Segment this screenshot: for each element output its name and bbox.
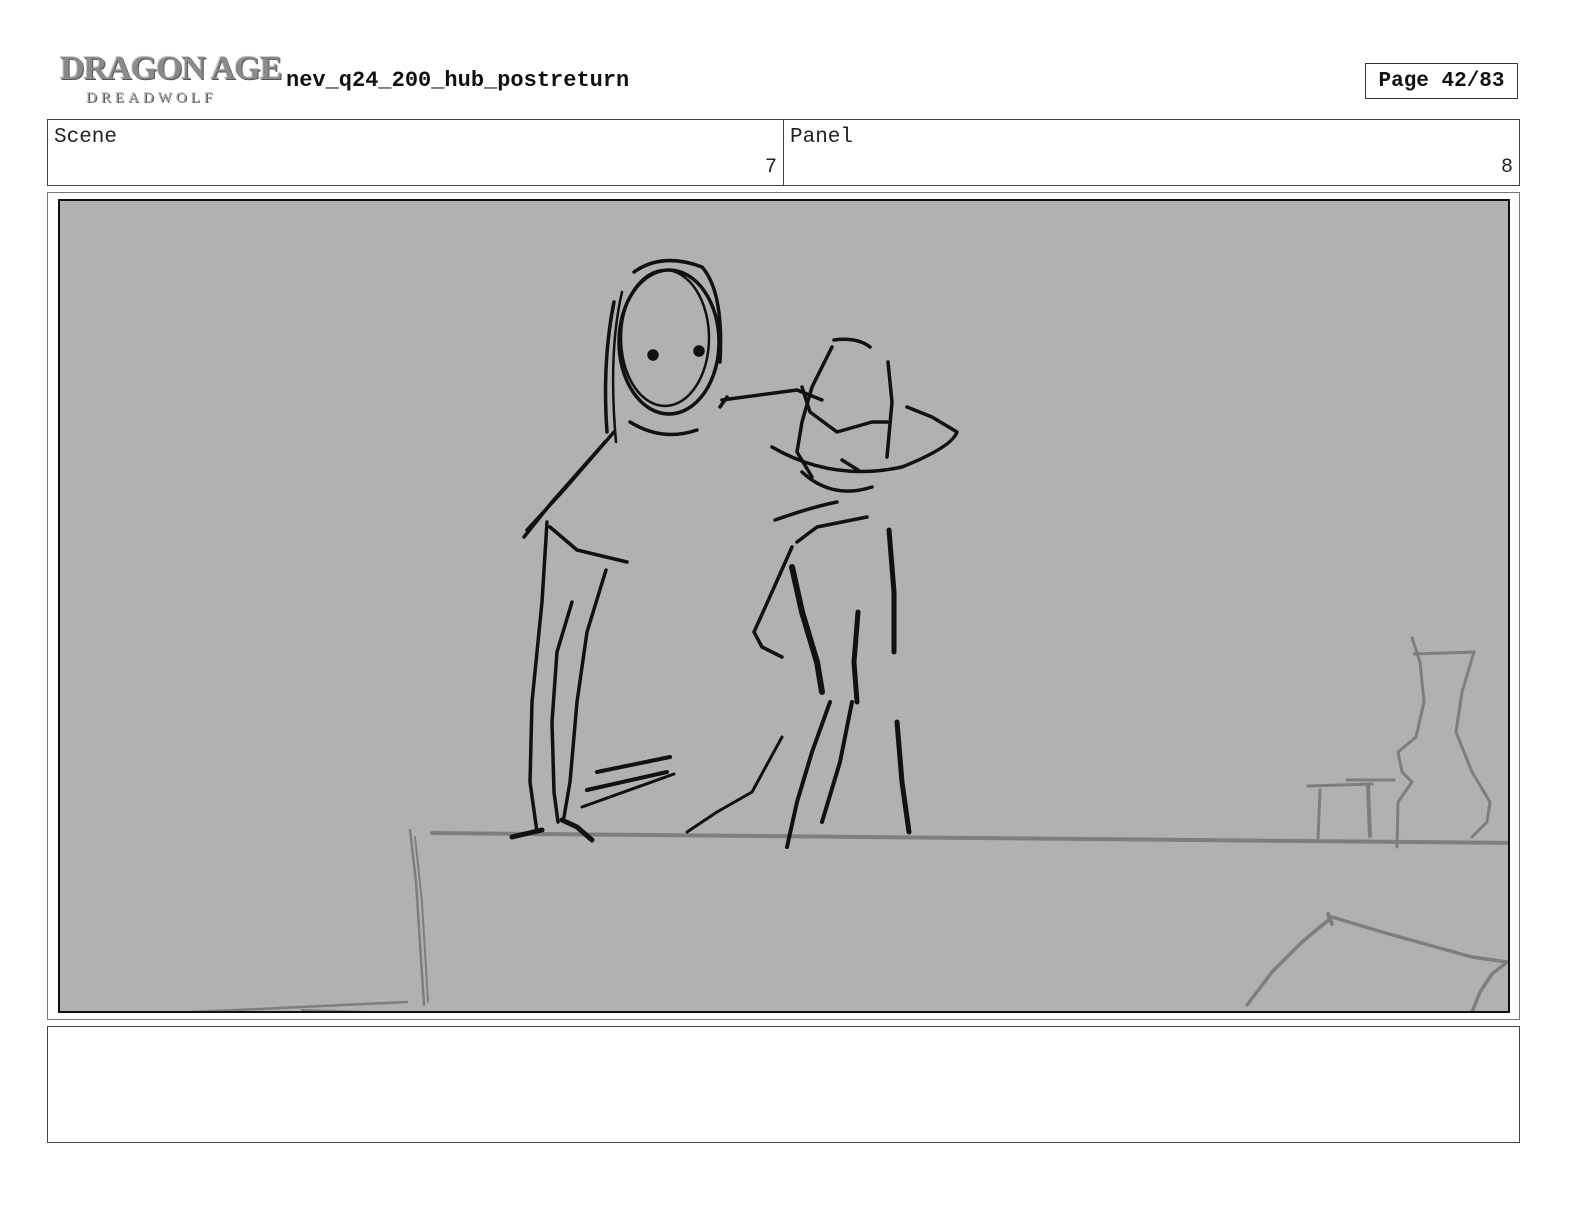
scene-panel-row: Scene 7 Panel 8 [47, 119, 1520, 186]
sketch-drawing [190, 258, 1508, 1011]
vase-right [1412, 650, 1492, 839]
scene-cell: Scene 7 [48, 120, 783, 185]
cup-rim [1306, 782, 1374, 788]
panel-label: Panel [790, 126, 854, 149]
character-sketch [509, 258, 959, 849]
foreground-object [1245, 915, 1508, 1011]
panel-cell: Panel 8 [783, 120, 1519, 185]
scene-label: Scene [54, 126, 118, 149]
floor-line [190, 1000, 409, 1011]
motion-lines [595, 755, 672, 774]
left-leg [528, 520, 549, 834]
scene-number: 7 [764, 156, 777, 179]
right-eye [693, 345, 705, 357]
logo-subtitle: DREADWOLF [86, 90, 217, 106]
panel-number: 8 [1500, 156, 1513, 179]
right-character-leg [785, 700, 832, 849]
logo-title: DRAGON AGE [60, 50, 282, 87]
right-character-hat-top [832, 337, 872, 349]
left-eye [647, 349, 659, 361]
right-foot [559, 817, 595, 843]
notes-box [47, 1026, 1520, 1143]
page-indicator: Page 42/83 [1365, 63, 1518, 99]
vase-left [1395, 636, 1426, 849]
document-title: nev_q24_200_hub_postreturn [286, 68, 630, 93]
hat-band [800, 385, 889, 434]
right-character-arm [752, 545, 794, 659]
storyboard-panel-image [58, 199, 1510, 1013]
dragon-age-logo: DRAGON AGE DREADWOLF [56, 48, 282, 112]
